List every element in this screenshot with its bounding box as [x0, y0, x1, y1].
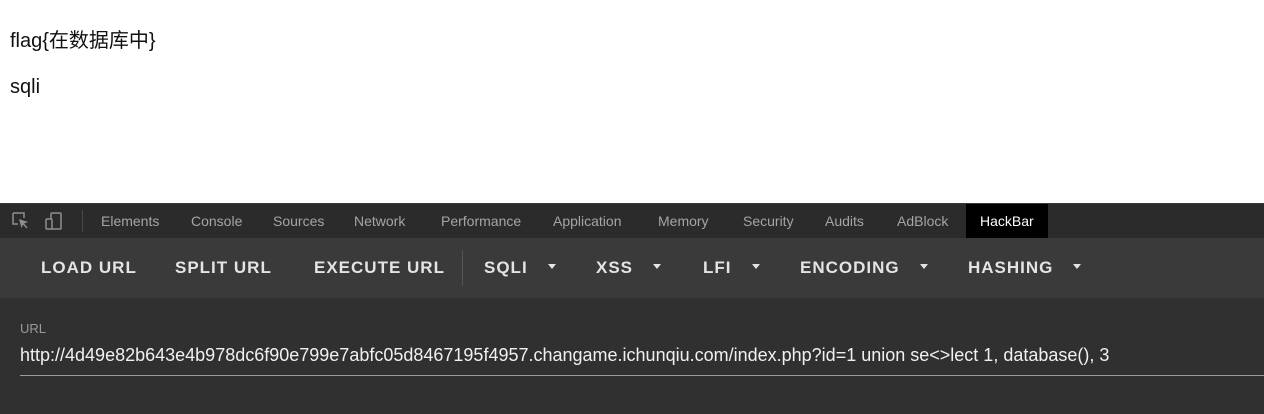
- encoding-menu-label: ENCODING: [800, 258, 900, 277]
- lfi-menu-label: LFI: [703, 258, 732, 277]
- tab-adblock[interactable]: AdBlock: [897, 204, 948, 238]
- url-section: URL http://4d49e82b643e4b978dc6f90e799e7…: [0, 298, 1264, 414]
- hashing-menu[interactable]: HASHING: [968, 238, 1082, 298]
- hashing-menu-label: HASHING: [968, 258, 1054, 277]
- inspect-element-icon[interactable]: [10, 210, 32, 232]
- tab-security[interactable]: Security: [743, 204, 794, 238]
- execute-url-button[interactable]: EXECUTE URL: [314, 238, 445, 298]
- toolbar-separator: [462, 250, 463, 286]
- xss-menu[interactable]: XSS: [596, 238, 662, 298]
- load-url-label: LOAD URL: [41, 258, 137, 277]
- toolbar-divider: [82, 210, 83, 232]
- sqli-menu[interactable]: SQLI: [484, 238, 556, 298]
- chevron-down-icon: [1073, 264, 1082, 270]
- web-page-content: flag{在数据库中} sqli: [0, 0, 1264, 203]
- sqli-menu-label: SQLI: [484, 258, 528, 277]
- url-input[interactable]: http://4d49e82b643e4b978dc6f90e799e7abfc…: [20, 340, 1264, 376]
- hackbar-toolbar: LOAD URL SPLIT URL EXECUTE URL SQLI XSS …: [0, 238, 1264, 298]
- devtools-panel: Elements Console Sources Network Perform…: [0, 203, 1264, 414]
- tab-console[interactable]: Console: [191, 204, 242, 238]
- split-url-label: SPLIT URL: [175, 258, 272, 277]
- tab-memory[interactable]: Memory: [658, 204, 709, 238]
- flag-hint-text: flag{在数据库中}: [10, 30, 156, 52]
- tab-elements[interactable]: Elements: [101, 204, 159, 238]
- chevron-down-icon: [919, 264, 928, 270]
- tab-audits[interactable]: Audits: [825, 204, 864, 238]
- chevron-down-icon: [547, 264, 556, 270]
- chevron-down-icon: [653, 264, 662, 270]
- lfi-menu[interactable]: LFI: [703, 238, 760, 298]
- load-url-button[interactable]: LOAD URL: [41, 238, 137, 298]
- chevron-down-icon: [751, 264, 760, 270]
- encoding-menu[interactable]: ENCODING: [800, 238, 928, 298]
- challenge-type-text: sqli: [10, 76, 41, 98]
- xss-menu-label: XSS: [596, 258, 634, 277]
- tab-hackbar[interactable]: HackBar: [966, 204, 1048, 238]
- devtools-tabbar: Elements Console Sources Network Perform…: [0, 203, 1264, 238]
- execute-url-label: EXECUTE URL: [314, 258, 445, 277]
- split-url-button[interactable]: SPLIT URL: [175, 238, 272, 298]
- device-toolbar-icon[interactable]: [43, 210, 65, 232]
- url-field-label: URL: [20, 321, 47, 336]
- tab-application[interactable]: Application: [553, 204, 622, 238]
- tab-network[interactable]: Network: [354, 204, 405, 238]
- tab-performance[interactable]: Performance: [441, 204, 521, 238]
- tab-sources[interactable]: Sources: [273, 204, 324, 238]
